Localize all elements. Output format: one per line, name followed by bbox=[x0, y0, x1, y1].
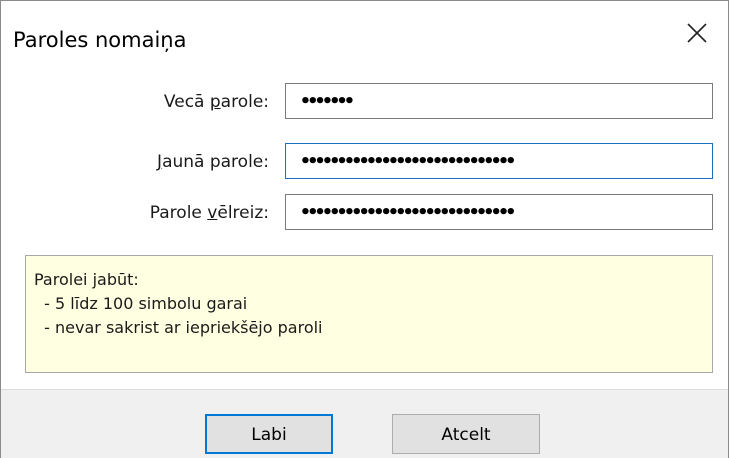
title-bar: Paroles nomaiņa bbox=[1, 1, 728, 63]
password-change-dialog: Paroles nomaiņa Vecā parole: Jaunā parol… bbox=[0, 0, 729, 458]
button-bar: Labi Atcelt bbox=[1, 389, 728, 458]
requirement-item: - nevar sakrist ar iepriekšējo paroli bbox=[34, 318, 323, 337]
requirements-heading: Parolei jabūt: bbox=[34, 270, 139, 289]
old-password-label: Vecā parole: bbox=[163, 92, 269, 112]
cancel-button[interactable]: Atcelt bbox=[392, 414, 540, 454]
ok-button[interactable]: Labi bbox=[205, 414, 333, 454]
dialog-body: Vecā parole: Jaunā parole: Parole vēlrei… bbox=[1, 63, 728, 389]
requirement-item: - 5 līdz 100 simbolu garai bbox=[34, 294, 248, 313]
old-password-field[interactable] bbox=[285, 83, 713, 119]
confirm-password-label: Parole vēlreiz: bbox=[149, 203, 269, 223]
dialog-title: Paroles nomaiņa bbox=[13, 28, 187, 52]
new-password-label: Jaunā parole: bbox=[157, 152, 269, 172]
new-password-field[interactable] bbox=[285, 143, 713, 179]
close-button[interactable] bbox=[666, 1, 728, 63]
confirm-password-field[interactable] bbox=[285, 194, 713, 230]
password-requirements-box: Parolei jabūt: - 5 līdz 100 simbolu gara… bbox=[25, 255, 713, 373]
close-icon bbox=[687, 23, 707, 43]
